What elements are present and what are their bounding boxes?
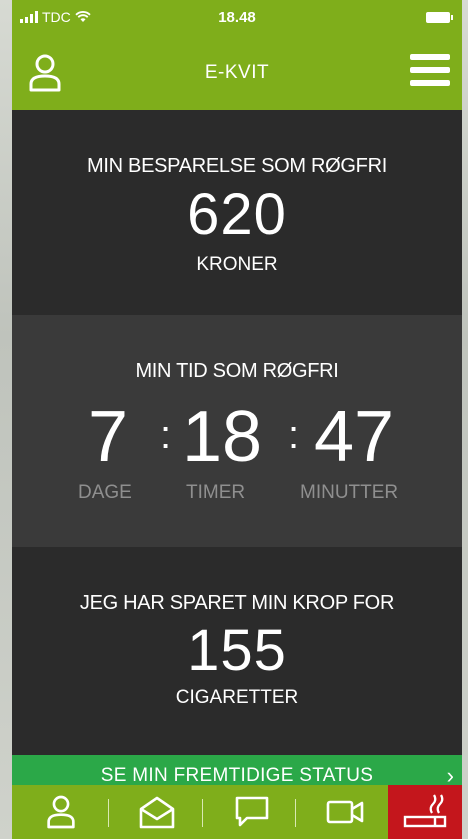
tab-divider — [295, 799, 296, 827]
envelope-open-icon — [139, 796, 175, 829]
video-camera-icon — [326, 800, 364, 824]
tab-profile[interactable] — [30, 785, 92, 839]
days-label: DAGE — [78, 482, 132, 503]
cigarettes-saved-section: JEG HAR SPARET MIN KROP FOR 155 CIGARETT… — [12, 547, 462, 755]
tab-chat[interactable] — [217, 785, 287, 839]
tab-divider — [202, 799, 203, 827]
app-header: E-KVIT — [12, 38, 462, 110]
cigarette-icon — [403, 794, 447, 828]
hours-label: TIMER — [186, 482, 246, 503]
hamburger-menu-icon[interactable] — [410, 54, 450, 92]
app-title: E-KVIT — [204, 62, 270, 83]
battery-icon — [426, 12, 453, 23]
tab-video[interactable] — [308, 785, 382, 839]
user-icon — [47, 795, 75, 829]
smoke-free-time-title: MIN TID SOM RØGFRI — [135, 360, 339, 382]
phone-screen: TDC 18.48 E-KVIT MIN BESPARELSE SOM RØGF… — [12, 0, 462, 839]
savings-section: MIN BESPARELSE SOM RØGFRI 620 KRONER — [12, 110, 462, 315]
timer-separator: : — [288, 413, 300, 457]
minutes-value: 47 — [314, 397, 395, 477]
smoke-free-time-section: MIN TID SOM RØGFRI 7 : 18 : 47 DAGE TIME… — [12, 315, 462, 547]
chat-bubble-icon — [235, 796, 269, 827]
savings-value: 620 — [187, 182, 287, 247]
cigarettes-saved-value: 155 — [187, 618, 287, 683]
timer: 7 : 18 : 47 — [12, 397, 462, 477]
tab-divider — [108, 799, 109, 827]
chevron-right-icon: › — [446, 763, 454, 785]
timer-separator: : — [160, 413, 172, 457]
future-status-button[interactable]: SE MIN FREMTIDIGE STATUS › — [12, 755, 462, 785]
minutes-label: MINUTTER — [300, 482, 399, 503]
tab-smoking[interactable] — [388, 785, 462, 839]
status-bar: TDC 18.48 — [12, 0, 462, 38]
status-time: 18.48 — [218, 9, 256, 26]
hours-value: 18 — [182, 397, 263, 477]
savings-unit: KRONER — [196, 254, 278, 275]
savings-title: MIN BESPARELSE SOM RØGFRI — [87, 155, 387, 177]
future-status-label: SE MIN FREMTIDIGE STATUS — [100, 765, 374, 785]
cigarettes-saved-title: JEG HAR SPARET MIN KROP FOR — [79, 592, 395, 614]
tab-messages[interactable] — [122, 785, 192, 839]
tab-bar — [12, 785, 462, 839]
cigarettes-saved-unit: CIGARETTER — [175, 687, 299, 708]
days-value: 7 — [88, 397, 129, 477]
